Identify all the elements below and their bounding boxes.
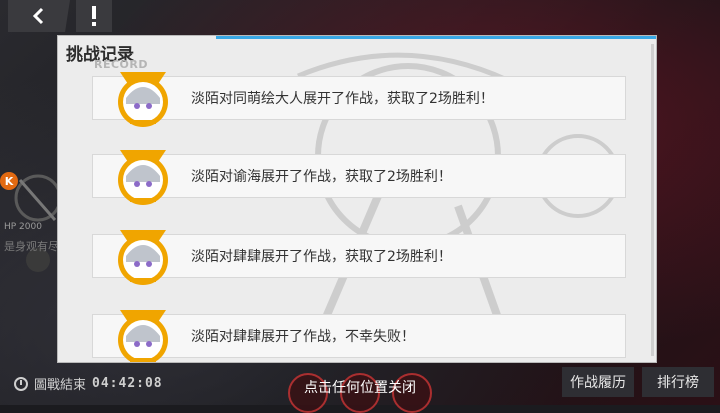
record-text: 淡陌对谕海展开了作战，获取了2场胜利！ bbox=[191, 169, 452, 185]
record-text: 淡陌对肆肆展开了作战，不幸失败！ bbox=[191, 329, 415, 345]
leaderboard-button[interactable]: 排行榜 bbox=[642, 367, 714, 397]
record-list[interactable]: 淡陌对同萌绘大人展开了作战，获取了2场胜利！ 淡陌对谕海展开了作战，获取了2场胜… bbox=[58, 36, 656, 362]
player-avatar-icon bbox=[118, 150, 168, 205]
record-text: 淡陌对同萌绘大人展开了作战，获取了2场胜利！ bbox=[191, 91, 494, 107]
chevron-left-icon bbox=[32, 7, 44, 25]
side-hp-label: HP 2000 bbox=[4, 222, 42, 232]
player-avatar-icon bbox=[118, 72, 168, 127]
player-avatar-icon bbox=[118, 230, 168, 285]
exclamation-icon bbox=[92, 6, 96, 26]
record-text: 淡陌对肆肆展开了作战，获取了2场胜利！ bbox=[191, 249, 452, 265]
battle-history-button[interactable]: 作战履历 bbox=[562, 367, 634, 397]
warning-button[interactable] bbox=[76, 0, 112, 32]
back-button[interactable] bbox=[8, 0, 70, 32]
side-name-label: 是身观有尽 bbox=[4, 240, 59, 253]
player-avatar-icon bbox=[118, 310, 168, 362]
challenge-record-dialog: 挑战记录 RECORD 淡陌对同萌绘大人展开了作战，获取了2场胜利！ 淡陌对谕海… bbox=[58, 36, 656, 362]
